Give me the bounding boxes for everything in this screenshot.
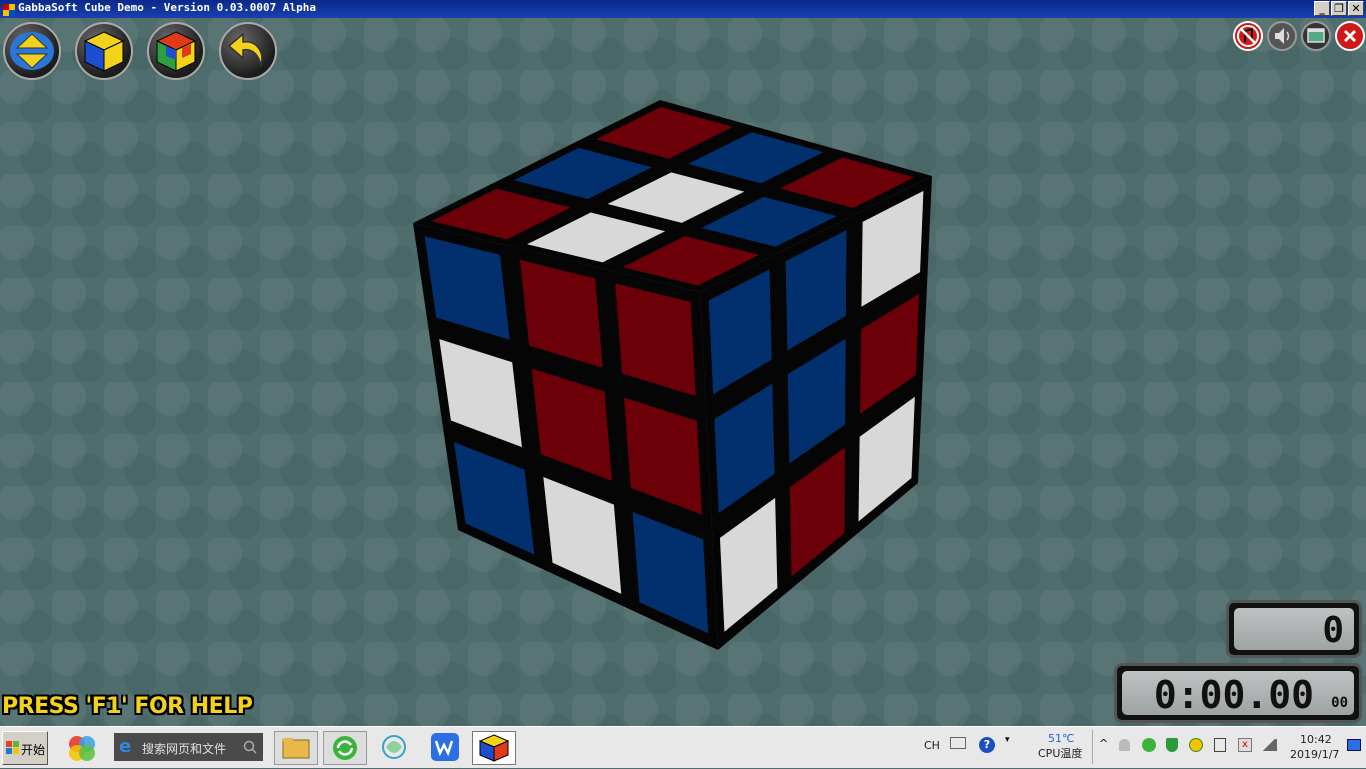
taskbar-app-colorful[interactable] <box>62 731 106 765</box>
cube-app-icon <box>478 734 510 762</box>
search-box[interactable]: e 搜索网页和文件 <box>114 733 263 761</box>
help-text: PRESS 'F1' FOR HELP <box>2 694 253 719</box>
timer-display: 0:00.00 00 <box>1114 663 1362 723</box>
usb-device-icon[interactable] <box>1214 738 1226 752</box>
window-title: GabbaSoft Cube Demo - Version 0.03.0007 … <box>18 1 317 14</box>
rubiks-cube[interactable] <box>0 18 1366 726</box>
shield-icon[interactable] <box>1166 738 1178 752</box>
notification-icon[interactable] <box>1119 739 1130 751</box>
start-button[interactable]: 开始 <box>2 731 48 765</box>
network-error-icon[interactable]: x <box>1238 738 1252 752</box>
game-area[interactable]: PRESS 'F1' FOR HELP 0 0:00.00 00 <box>0 18 1366 726</box>
app-icon <box>2 2 16 16</box>
green-refresh-icon <box>333 736 357 760</box>
colorful-circles-icon <box>69 736 95 761</box>
wps-icon <box>431 733 459 761</box>
move-count-value: 0 <box>1322 610 1344 651</box>
show-hidden-icons-icon[interactable]: ^ <box>1099 737 1108 750</box>
tray-divider <box>1092 730 1093 764</box>
search-placeholder: 搜索网页和文件 <box>142 742 227 756</box>
cpu-temp-value: 51℃ <box>1048 732 1075 745</box>
timer-value: 0:00.00 <box>1153 673 1314 717</box>
windows-logo-icon <box>6 741 19 754</box>
keyboard-icon[interactable] <box>950 737 966 749</box>
ie-icon: e <box>119 736 132 757</box>
move-counter: 0 <box>1226 600 1362 658</box>
minimize-button[interactable]: _ <box>1314 1 1330 16</box>
clock-date[interactable]: 2019/1/7 <box>1290 748 1339 761</box>
title-bar: GabbaSoft Cube Demo - Version 0.03.0007 … <box>0 0 1366 18</box>
cpu-temp-label: CPU温度 <box>1038 747 1083 760</box>
folder-icon <box>282 738 310 759</box>
search-icon <box>243 740 257 754</box>
ime-options-icon[interactable]: ▾ <box>1005 735 1010 745</box>
taskbar-app-explorer[interactable] <box>274 731 318 765</box>
taskbar: 开始 e 搜索网页和文件 CH ? ▾ 51℃ CPU温度 ^ x 10:42 … <box>0 726 1366 768</box>
leaf-browser-icon <box>382 735 406 759</box>
start-label: 开始 <box>21 743 46 757</box>
green-e-icon[interactable] <box>1142 738 1156 752</box>
taskbar-app-browser[interactable] <box>373 731 417 765</box>
timer-hundredths: 00 <box>1331 695 1348 711</box>
taskbar-app-cube[interactable] <box>472 731 516 765</box>
close-window-button[interactable]: ✕ <box>1348 1 1364 16</box>
clock-time[interactable]: 10:42 <box>1300 733 1332 746</box>
language-indicator[interactable]: CH <box>924 739 940 752</box>
plus-security-icon[interactable] <box>1189 738 1203 752</box>
help-icon[interactable]: ? <box>979 737 995 753</box>
taskbar-app-wps[interactable] <box>423 731 467 765</box>
cube-front-face[interactable] <box>413 223 718 650</box>
taskbar-app-refresh[interactable] <box>323 731 367 765</box>
show-desktop-icon[interactable] <box>1347 739 1361 751</box>
restore-button[interactable]: ❐ <box>1331 1 1347 16</box>
signal-icon[interactable] <box>1261 739 1277 751</box>
